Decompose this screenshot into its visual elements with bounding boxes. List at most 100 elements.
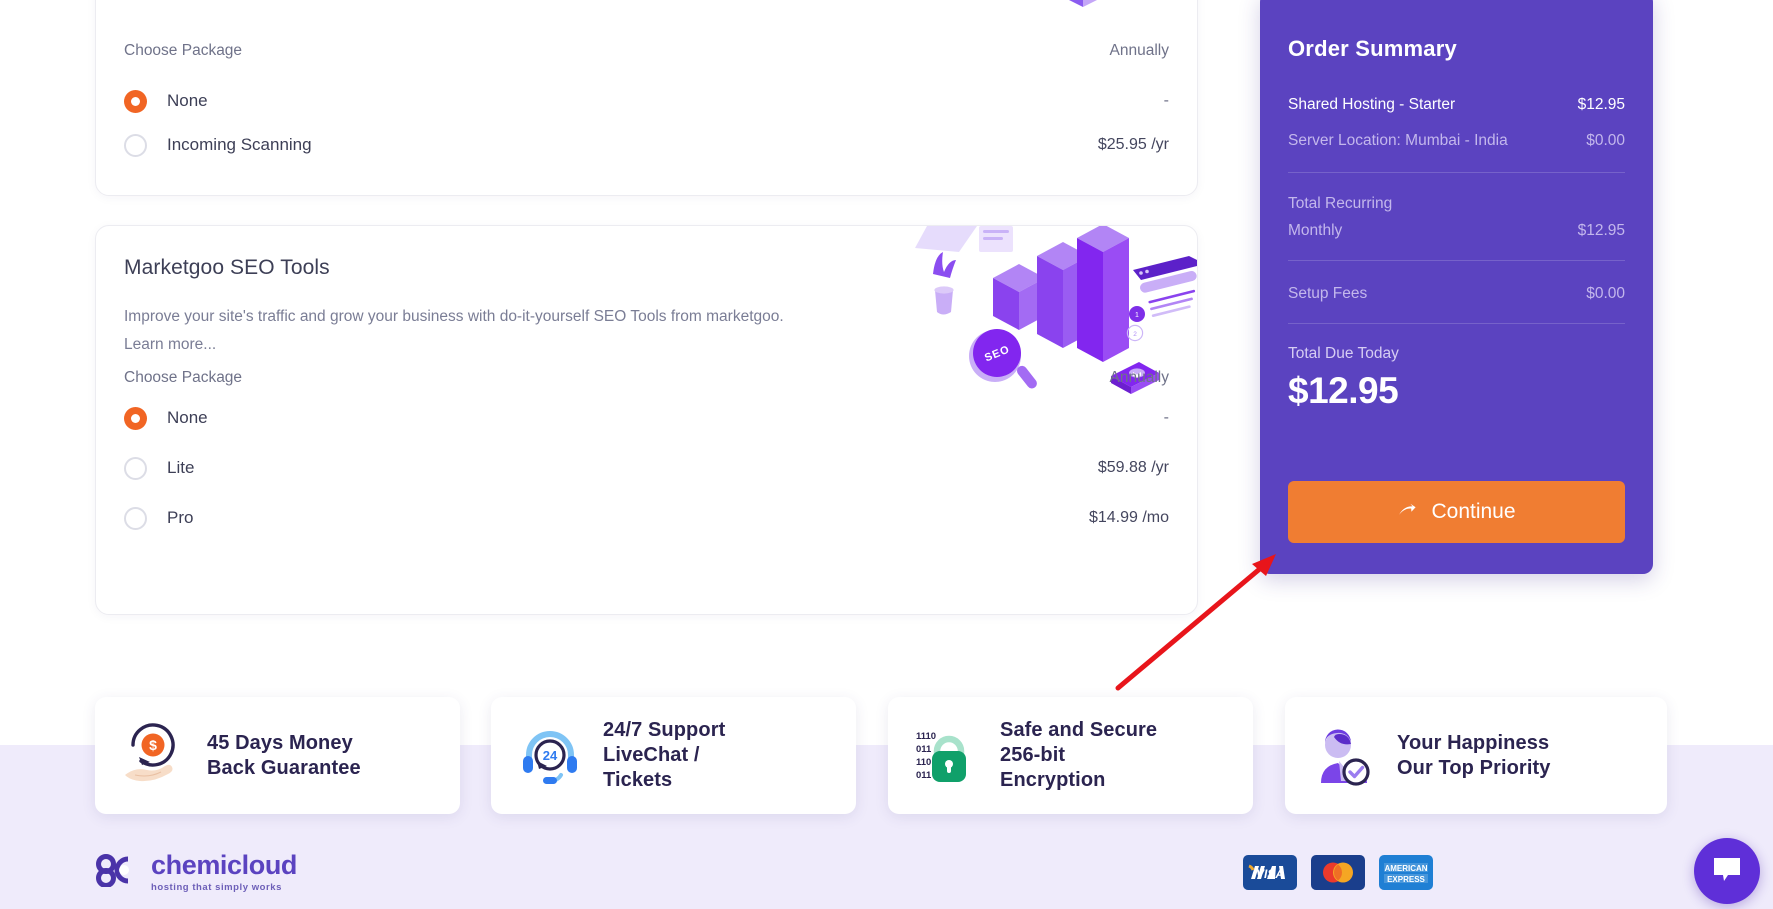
radio-seo-none[interactable] xyxy=(124,406,147,430)
spam-choose-package-label: Choose Package xyxy=(124,42,243,59)
trust-3-line2: 256-bit xyxy=(1000,744,1066,766)
summary-setup-fees-value: $0.00 xyxy=(1586,285,1625,302)
summary-line-setup-fees: Setup Fees $0.00 xyxy=(1288,285,1625,303)
trust-badge-encryption-text: Safe and Secure 256-bit Encryption xyxy=(1000,718,1157,793)
chat-bubble-icon xyxy=(1710,852,1744,891)
seo-option-pro[interactable]: Pro $14.99 /mo xyxy=(124,496,1169,540)
spam-option-incoming-scanning-price: $25.95 /yr xyxy=(1097,136,1169,153)
trust-2-line1: 24/7 Support xyxy=(603,719,726,741)
radio-seo-lite[interactable] xyxy=(124,456,147,480)
chat-widget-button[interactable] xyxy=(1694,838,1760,904)
summary-line-monthly: Monthly $12.95 xyxy=(1288,222,1625,240)
page-content: Choose Package Annually None - Incoming … xyxy=(0,0,1773,909)
trust-badge-support-text: 24/7 Support LiveChat / Tickets xyxy=(603,718,725,793)
green-padlock-icon: 1110 011 110 011 xyxy=(914,723,980,789)
seo-learn-more-link[interactable]: Learn more... xyxy=(124,336,216,353)
addon-card-spam-experts: Choose Package Annually None - Incoming … xyxy=(95,0,1198,196)
radio-seo-pro[interactable] xyxy=(124,506,147,530)
summary-divider-1 xyxy=(1288,172,1625,173)
svg-text:1: 1 xyxy=(1135,312,1139,319)
trust-badge-happiness: Your Happiness Our Top Priority xyxy=(1285,697,1667,814)
seo-option-none-price: - xyxy=(1163,409,1169,426)
seo-option-lite[interactable]: Lite $59.88 /yr xyxy=(124,446,1169,490)
svg-text:011: 011 xyxy=(916,770,932,781)
amex-card-icon: AMERICAN EXPRESS xyxy=(1379,855,1433,890)
seo-option-pro-label: Pro xyxy=(167,508,194,527)
spam-option-none[interactable]: None - xyxy=(124,79,1169,123)
support-agent-check-icon xyxy=(1311,723,1377,789)
seo-choose-package-row: Choose Package Annually xyxy=(124,369,1169,387)
seo-option-lite-label: Lite xyxy=(167,458,195,477)
spam-option-none-price: - xyxy=(1163,92,1169,109)
svg-text:2: 2 xyxy=(1133,331,1137,338)
seo-choose-package-label: Choose Package xyxy=(124,369,243,386)
summary-product-value: $12.95 xyxy=(1577,96,1625,113)
summary-monthly-value: $12.95 xyxy=(1577,222,1625,239)
svg-text:24: 24 xyxy=(543,748,558,763)
footer-logo-name: chemicloud xyxy=(151,850,298,880)
seo-option-pro-price: $14.99 /mo xyxy=(1088,509,1169,526)
summary-line-server-location: Server Location: Mumbai - India $0.00 xyxy=(1288,132,1625,150)
summary-total-due-amount: $12.95 xyxy=(1288,370,1399,411)
arrow-right-icon xyxy=(1397,502,1417,522)
seo-card-description: Improve your site's traffic and grow you… xyxy=(124,303,814,358)
seo-option-lite-price: $59.88 /yr xyxy=(1097,459,1169,476)
visa-card-icon: VISA xyxy=(1243,855,1297,890)
seo-description-text: Improve your site's traffic and grow you… xyxy=(124,308,784,325)
radio-spam-none[interactable] xyxy=(124,89,147,113)
spam-option-incoming-scanning[interactable]: Incoming Scanning $25.95 /yr xyxy=(124,123,1169,167)
summary-monthly-label: Monthly xyxy=(1288,222,1343,239)
trust-3-line3: Encryption xyxy=(1000,769,1106,791)
spam-option-incoming-scanning-label: Incoming Scanning xyxy=(167,135,312,154)
radio-spam-incoming-scanning[interactable] xyxy=(124,133,147,157)
summary-setup-fees-label: Setup Fees xyxy=(1288,285,1368,302)
trust-2-line3: Tickets xyxy=(603,769,673,791)
trust-badge-money-back: $ 45 Days Money Back Guarantee xyxy=(95,697,460,814)
money-back-hand-icon: $ xyxy=(121,722,187,789)
svg-text:110: 110 xyxy=(916,757,931,768)
summary-divider-3 xyxy=(1288,323,1625,324)
trust-3-line1: Safe and Secure xyxy=(1000,719,1158,741)
summary-server-location-label: Server Location: Mumbai - India xyxy=(1288,132,1508,149)
spam-option-none-label: None xyxy=(167,91,208,110)
trust-4-line1: Your Happiness xyxy=(1397,731,1550,754)
order-summary-panel: Order Summary Shared Hosting - Starter $… xyxy=(1260,0,1653,574)
summary-server-location-value: $0.00 xyxy=(1586,132,1625,149)
visa-label: VISA xyxy=(1256,867,1284,881)
summary-total-due-label: Total Due Today xyxy=(1288,345,1399,362)
seo-option-none[interactable]: None - xyxy=(124,396,1169,440)
continue-button[interactable]: Continue xyxy=(1288,481,1625,543)
summary-divider-2 xyxy=(1288,260,1625,261)
continue-button-label: Continue xyxy=(1431,500,1516,523)
footer-logo[interactable]: chemicloud hosting that simply works xyxy=(95,852,297,893)
spam-choose-package-row: Choose Package Annually xyxy=(124,42,1169,60)
footer-logo-tagline: hosting that simply works xyxy=(151,882,282,893)
amex-line2: EXPRESS xyxy=(1387,875,1425,884)
spam-billing-cycle: Annually xyxy=(1109,42,1169,59)
order-summary-title: Order Summary xyxy=(1288,36,1457,61)
chemicloud-mark-icon xyxy=(95,853,141,892)
payment-methods: VISA AMERICAN EXPRESS xyxy=(1243,855,1433,890)
seo-card-title: Marketgoo SEO Tools xyxy=(124,256,330,279)
trust-2-line2: LiveChat / xyxy=(603,744,700,766)
mastercard-icon xyxy=(1311,855,1365,890)
trust-badge-money-back-text: 45 Days Money Back Guarantee xyxy=(207,731,361,781)
trust-1-line1: 45 Days Money xyxy=(207,731,353,754)
svg-text:011: 011 xyxy=(916,744,932,755)
trust-badge-encryption: 1110 011 110 011 Safe and Secure 256-bit… xyxy=(888,697,1253,814)
svg-text:$: $ xyxy=(149,737,157,753)
summary-recurring-heading: Total Recurring xyxy=(1288,195,1393,212)
summary-product-label: Shared Hosting - Starter xyxy=(1288,96,1456,113)
trust-badge-happiness-text: Your Happiness Our Top Priority xyxy=(1397,731,1550,781)
trust-badge-support: 24 24/7 Support LiveChat / Tickets xyxy=(491,697,856,814)
svg-text:1110: 1110 xyxy=(916,731,936,742)
seo-billing-cycle: Annually xyxy=(1109,369,1169,386)
seo-option-none-label: None xyxy=(167,408,208,427)
svg-text:SEO: SEO xyxy=(983,343,1012,364)
addon-card-marketgoo-seo-tools: 1 2 SEO Marketgoo SEO Tools Improve your… xyxy=(95,225,1198,615)
summary-recurring-heading-row: Total Recurring xyxy=(1288,195,1625,213)
trust-1-line2: Back Guarantee xyxy=(207,756,361,779)
summary-line-product: Shared Hosting - Starter $12.95 xyxy=(1288,96,1625,114)
amex-line1: AMERICAN xyxy=(1384,864,1427,873)
headset-24-icon: 24 xyxy=(517,723,583,789)
